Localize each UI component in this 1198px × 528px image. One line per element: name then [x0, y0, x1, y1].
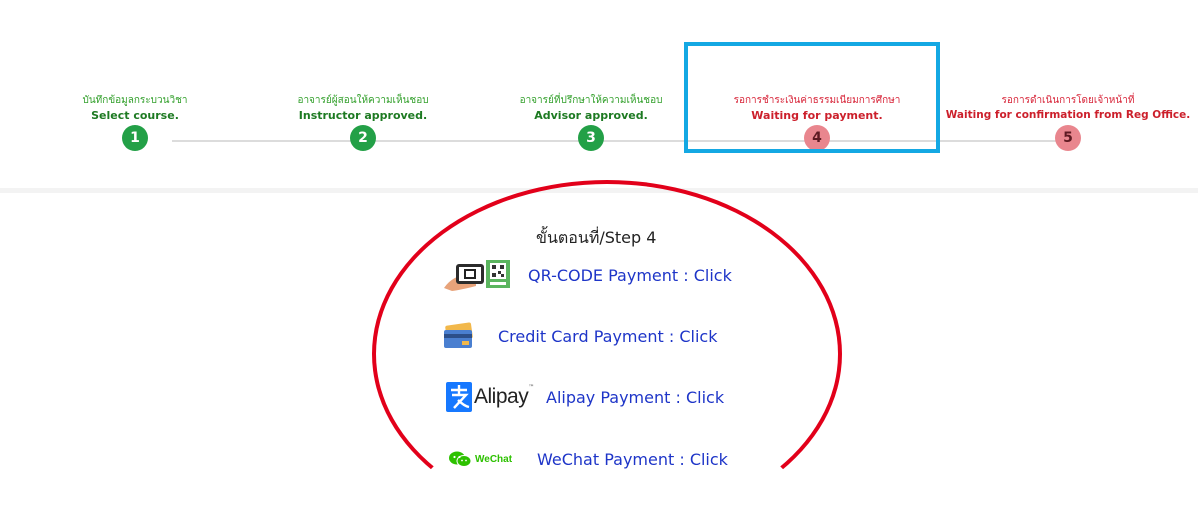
step-3-label: Advisor approved. — [534, 109, 648, 122]
step-2-label: Instructor approved. — [298, 109, 428, 122]
step-5-number: 5 — [1055, 125, 1081, 151]
step-1-label: Select course. — [91, 109, 179, 122]
current-step-highlight — [684, 42, 940, 153]
step-3: อาจารย์ที่ปรึกษาให้ความเห็นชอบ Advisor a… — [476, 94, 706, 151]
step-5-label: Waiting for confirmation from Reg Office… — [945, 109, 1191, 121]
step-5: รอการดำเนินการโดยเจ้าหน้าที่ Waiting for… — [943, 94, 1193, 151]
step-2-number: 2 — [350, 125, 376, 151]
step-1: บันทึกข้อมูลกระบวนวิชา Select course. 1 — [20, 94, 250, 151]
step-1-thai-label: บันทึกข้อมูลกระบวนวิชา — [82, 95, 188, 106]
step-3-number: 3 — [578, 125, 604, 151]
step-5-thai-label: รอการดำเนินการโดยเจ้าหน้าที่ — [1001, 95, 1135, 106]
step-3-thai-label: อาจารย์ที่ปรึกษาให้ความเห็นชอบ — [519, 95, 663, 106]
step-2-thai-label: อาจารย์ผู้สอนให้ความเห็นชอบ — [297, 95, 429, 106]
step-1-number: 1 — [122, 125, 148, 151]
step-2: อาจารย์ผู้สอนให้ความเห็นชอบ Instructor a… — [248, 94, 478, 151]
annotation-circle — [372, 180, 842, 528]
